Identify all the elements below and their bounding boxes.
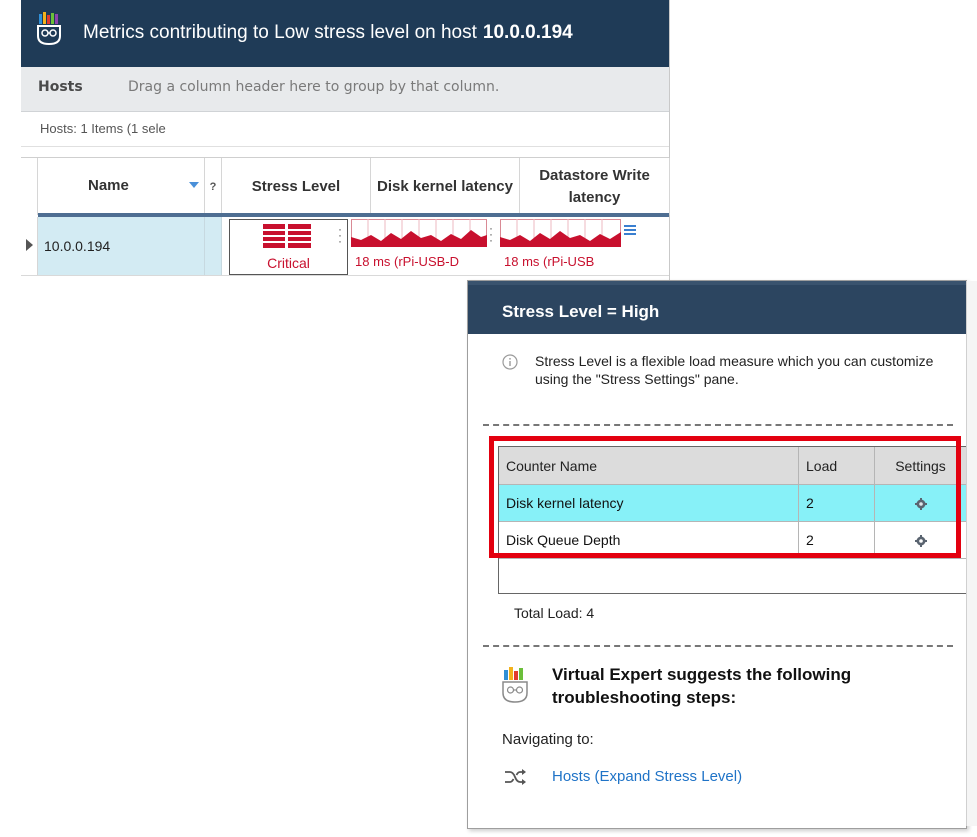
virtual-expert-logo-icon — [37, 12, 61, 46]
info-icon — [502, 354, 518, 370]
highlight-annotation — [489, 436, 961, 558]
row-indicator-header — [21, 158, 38, 215]
group-by-bar[interactable]: Hosts Drag a column header here to group… — [21, 67, 669, 112]
stress-level-value: Critical — [267, 255, 310, 271]
column-header-name[interactable]: Name — [38, 158, 205, 215]
popup-title: Stress Level = High — [502, 302, 660, 321]
disk-kernel-sparkline — [351, 219, 487, 247]
window-title-text: Metrics contributing to Low stress level… — [83, 22, 477, 43]
hosts-group-tab[interactable]: Hosts — [38, 79, 83, 95]
grid-header: Name ? Stress Level Disk kernel latency … — [21, 157, 670, 215]
virtual-expert-logo-icon — [502, 667, 528, 703]
column-menu-icon[interactable] — [624, 225, 636, 235]
row-indicator[interactable] — [21, 217, 38, 275]
datastore-write-sparkline — [500, 219, 621, 247]
column-header-stress-level[interactable]: Stress Level — [222, 158, 371, 215]
divider — [483, 424, 953, 426]
cell-menu-dots-icon[interactable]: · · · — [489, 222, 493, 246]
virtual-expert-suggestion: Virtual Expert suggests the following tr… — [552, 665, 852, 707]
column-header-datastore-write-latency[interactable]: Datastore Write latency — [520, 158, 670, 215]
popup-header: Stress Level = High — [468, 281, 966, 334]
divider — [21, 146, 669, 147]
navigate-link-hosts[interactable]: Hosts (Expand Stress Level) — [552, 768, 742, 785]
cell-menu-dots-icon[interactable]: · · · — [338, 223, 342, 247]
cell-disk-kernel-latency[interactable]: · · · 18 ms (rPi-USB-D — [351, 219, 493, 273]
cell-host-name-text: 10.0.0.194 — [44, 238, 111, 254]
divider — [483, 645, 953, 647]
shuffle-navigate-icon[interactable] — [504, 768, 526, 786]
cell-datastore-write-latency[interactable]: 18 ms (rPi-USB — [500, 219, 640, 273]
datastore-write-latency-value: 18 ms (rPi-USB — [504, 254, 595, 269]
info-text: Stress Level is a flexible load measure … — [535, 353, 934, 387]
background-window-edge — [966, 281, 977, 826]
column-header-collapsed[interactable]: ? — [205, 158, 222, 215]
popup-header-accent — [468, 281, 966, 285]
stress-level-bars-icon — [263, 224, 311, 248]
current-row-arrow-icon — [26, 239, 33, 251]
navigating-label: Navigating to: — [502, 731, 594, 748]
total-load-label: Total Load: 4 — [514, 605, 595, 621]
cell-host-name[interactable]: 10.0.0.194 — [38, 217, 205, 275]
window-title-host: 10.0.0.194 — [482, 22, 573, 43]
group-by-hint: Drag a column header here to group by th… — [128, 79, 500, 95]
cell-stress-level[interactable]: · · · Critical — [229, 219, 348, 275]
title-bar: Metrics contributing to Low stress level… — [21, 0, 669, 67]
column-header-disk-kernel-latency[interactable]: Disk kernel latency — [371, 158, 520, 215]
cell-collapsed — [205, 217, 222, 275]
item-count-label: Hosts: 1 Items (1 sele — [40, 121, 166, 136]
window-title: Metrics contributing to Low stress level… — [83, 22, 573, 44]
sort-descending-icon[interactable] — [189, 182, 199, 188]
column-header-name-label: Name — [88, 177, 129, 194]
disk-kernel-latency-value: 18 ms (rPi-USB-D — [355, 254, 460, 269]
